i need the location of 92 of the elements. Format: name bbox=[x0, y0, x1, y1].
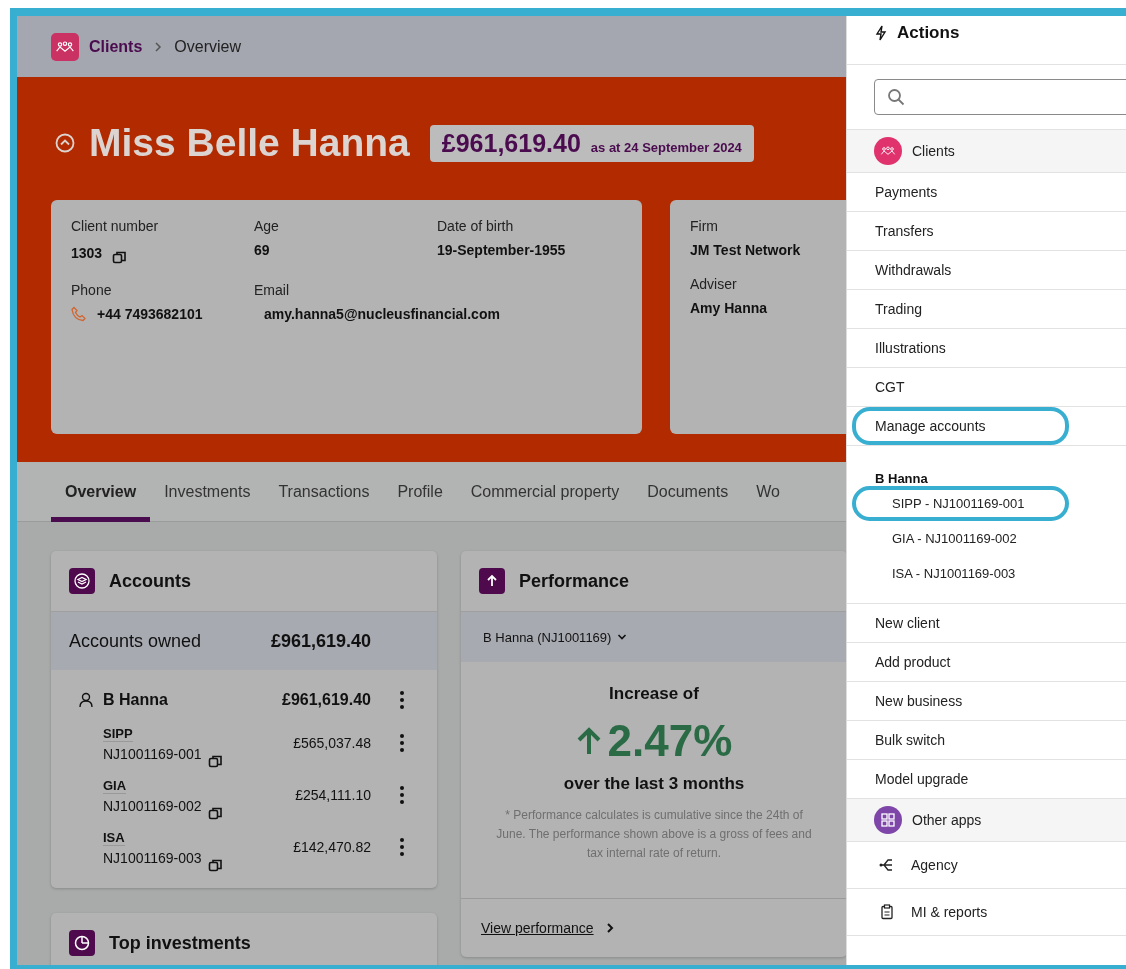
valuation-amount: £961,619.40 bbox=[441, 128, 581, 158]
kebab-menu-icon[interactable] bbox=[399, 837, 405, 857]
action-link[interactable]: Model upgrade bbox=[852, 760, 1069, 798]
tool-link[interactable]: MI & reports bbox=[911, 904, 988, 920]
account-number: NJ1001169-002 bbox=[103, 798, 202, 814]
action-link[interactable]: Transfers bbox=[852, 212, 1069, 250]
field-label: Client number bbox=[71, 218, 160, 234]
performance-period: over the last 3 months bbox=[562, 774, 746, 794]
people-icon bbox=[51, 32, 79, 61]
card-title: Accounts bbox=[109, 570, 191, 592]
account-value: £142,470.82 bbox=[293, 839, 371, 855]
view-performance-link[interactable]: View performance bbox=[481, 920, 594, 936]
field-value: Amy Hanna bbox=[690, 300, 768, 316]
field-label: Phone bbox=[71, 282, 113, 298]
field-value: 19-September-1955 bbox=[437, 242, 566, 258]
field-value: 1303 bbox=[71, 245, 103, 261]
field-label: Adviser bbox=[690, 276, 738, 292]
field-value: 69 bbox=[254, 242, 270, 258]
tab[interactable]: Investments bbox=[150, 462, 265, 522]
account-type-link[interactable]: SIPP bbox=[103, 726, 133, 742]
kebab-menu-icon[interactable] bbox=[399, 733, 405, 753]
copy-icon[interactable] bbox=[207, 806, 222, 820]
copy-icon[interactable] bbox=[207, 754, 222, 768]
phone-icon bbox=[71, 306, 87, 322]
field-label: Age bbox=[254, 218, 280, 234]
app-section-label[interactable]: Other apps bbox=[912, 812, 982, 828]
action-link[interactable]: Manage accounts bbox=[852, 407, 1069, 445]
search-field[interactable] bbox=[874, 79, 1126, 115]
action-link[interactable]: Add product bbox=[852, 643, 1069, 681]
action-link[interactable]: CGT bbox=[852, 368, 1069, 406]
clipboard-icon bbox=[879, 904, 895, 920]
chevron-right-icon bbox=[154, 41, 163, 52]
field-value: amy.hanna5@nucleusfinancial.com bbox=[264, 306, 500, 322]
accounts-owned-label: Accounts owned bbox=[69, 630, 202, 652]
action-link[interactable]: ISA - NJ1001169-003 bbox=[852, 556, 1069, 591]
account-value: £565,037.48 bbox=[293, 735, 371, 751]
group-heading: B Hanna bbox=[874, 471, 929, 486]
action-link[interactable]: Bulk switch bbox=[852, 721, 1069, 759]
account-type-link[interactable]: GIA bbox=[103, 778, 127, 794]
owner-total: £961,619.40 bbox=[282, 691, 371, 709]
performance-change: 2.47% bbox=[607, 716, 733, 766]
field-value: JM Test Network bbox=[690, 242, 801, 258]
action-link[interactable]: New client bbox=[852, 604, 1069, 642]
tool-link[interactable]: Agency bbox=[911, 857, 958, 873]
pie-chart-icon bbox=[69, 930, 95, 956]
accounts-owned-total: £961,619.40 bbox=[270, 630, 371, 652]
performance-headline: Increase of bbox=[608, 684, 700, 704]
client-name: Miss Belle Hanna bbox=[89, 121, 410, 165]
copy-icon[interactable] bbox=[207, 858, 222, 872]
card-title: Performance bbox=[519, 570, 630, 592]
tab[interactable]: Documents bbox=[633, 462, 743, 522]
field-value: +44 7493682101 bbox=[97, 306, 203, 322]
actions-title: Actions bbox=[897, 23, 960, 43]
performance-note: * Performance calculates is cumulative since the 24th of June. The performance shown above is a gross of fees and tax internal rate of return. bbox=[495, 807, 813, 862]
chevron-down-icon bbox=[617, 633, 628, 641]
account-type-link[interactable]: ISA bbox=[103, 830, 125, 846]
account-number: NJ1001169-003 bbox=[103, 850, 202, 866]
breadcrumb-current: Overview bbox=[174, 37, 242, 56]
hierarchy-icon bbox=[879, 857, 895, 873]
action-link[interactable]: Payments bbox=[852, 173, 1069, 211]
tab[interactable]: Overview bbox=[51, 462, 151, 522]
valuation-date: as at 24 September 2024 bbox=[590, 139, 742, 155]
search-icon bbox=[887, 88, 905, 106]
chevron-right-icon bbox=[605, 923, 614, 933]
account-value: £254,111.10 bbox=[295, 787, 371, 803]
account-number: NJ1001169-001 bbox=[103, 746, 202, 762]
action-link[interactable]: Illustrations bbox=[852, 329, 1069, 367]
tab[interactable]: Profile bbox=[383, 462, 457, 522]
tab[interactable]: Transactions bbox=[264, 462, 384, 522]
action-link[interactable]: GIA - NJ1001169-002 bbox=[852, 521, 1069, 556]
arrow-up-icon bbox=[575, 726, 602, 756]
app-section-label[interactable]: Clients bbox=[912, 143, 955, 159]
action-link[interactable]: SIPP - NJ1001169-001 bbox=[852, 486, 1069, 521]
arrow-up-icon bbox=[479, 568, 505, 594]
collapse-icon[interactable] bbox=[55, 133, 75, 153]
action-link[interactable]: Trading bbox=[852, 290, 1069, 328]
action-link[interactable]: New business bbox=[852, 682, 1069, 720]
layers-icon bbox=[69, 568, 95, 594]
kebab-menu-icon[interactable] bbox=[399, 690, 405, 710]
owner-name: B Hanna bbox=[103, 691, 169, 709]
card-title: Top investments bbox=[109, 932, 251, 954]
tab[interactable]: Wo bbox=[742, 462, 794, 522]
copy-icon[interactable] bbox=[112, 250, 127, 264]
tab[interactable]: Commercial property bbox=[456, 462, 634, 522]
field-label: Date of birth bbox=[437, 218, 515, 234]
account-selector[interactable]: B Hanna (NJ1001169) bbox=[483, 629, 628, 645]
field-label: Email bbox=[254, 282, 290, 298]
breadcrumb-link[interactable]: Clients bbox=[89, 37, 143, 56]
lightning-icon bbox=[875, 25, 887, 41]
field-label: Firm bbox=[690, 218, 719, 234]
action-link[interactable]: Withdrawals bbox=[852, 251, 1069, 289]
kebab-menu-icon[interactable] bbox=[399, 785, 405, 805]
